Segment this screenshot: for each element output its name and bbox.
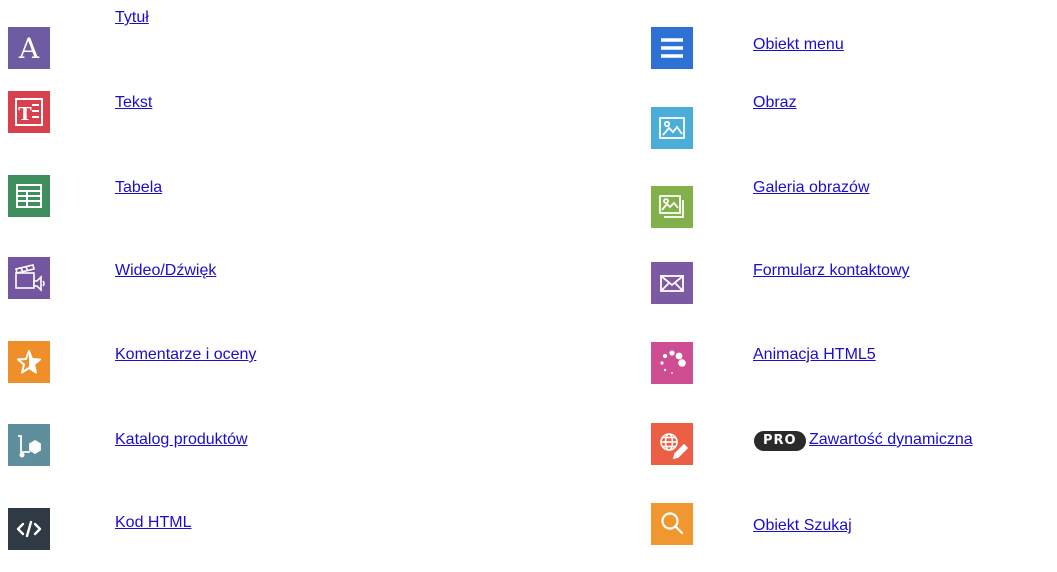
link-tabela[interactable]: Tabela bbox=[115, 179, 162, 197]
pro-badge: PRO bbox=[754, 431, 806, 451]
globe-pencil-icon bbox=[651, 423, 693, 465]
link-komentarze[interactable]: Komentarze i oceny bbox=[115, 346, 256, 364]
svg-text:A: A bbox=[18, 32, 40, 65]
link-szukaj[interactable]: Obiekt Szukaj bbox=[753, 517, 852, 535]
link-tytul[interactable]: Tytuł bbox=[115, 9, 149, 27]
link-katalog[interactable]: Katalog produktów bbox=[115, 431, 248, 449]
code-icon bbox=[8, 508, 50, 550]
image-icon bbox=[651, 107, 693, 149]
spinner-icon bbox=[651, 342, 693, 384]
link-formularz[interactable]: Formularz kontaktowy bbox=[753, 262, 910, 280]
link-galeria[interactable]: Galeria obrazów bbox=[753, 179, 870, 197]
link-animacja[interactable]: Animacja HTML5 bbox=[753, 346, 876, 364]
text-block-icon: T bbox=[8, 91, 50, 133]
video-sound-icon bbox=[8, 257, 50, 299]
link-tekst[interactable]: Tekst bbox=[115, 94, 152, 112]
search-icon bbox=[651, 503, 693, 545]
hamburger-menu-icon bbox=[651, 27, 693, 69]
table-icon bbox=[8, 175, 50, 217]
link-kod-html[interactable]: Kod HTML bbox=[115, 514, 191, 532]
link-obraz[interactable]: Obraz bbox=[753, 94, 797, 112]
link-wideo[interactable]: Wideo/Dźwięk bbox=[115, 262, 216, 280]
cart-box-icon bbox=[8, 424, 50, 466]
svg-text:T: T bbox=[18, 104, 32, 125]
letter-a-icon: A bbox=[8, 27, 50, 69]
gallery-icon bbox=[651, 186, 693, 228]
link-obiekt-menu[interactable]: Obiekt menu bbox=[753, 36, 844, 54]
link-zawartosc[interactable]: Zawartość dynamiczna bbox=[809, 431, 973, 449]
star-icon bbox=[8, 341, 50, 383]
envelope-icon bbox=[651, 262, 693, 304]
